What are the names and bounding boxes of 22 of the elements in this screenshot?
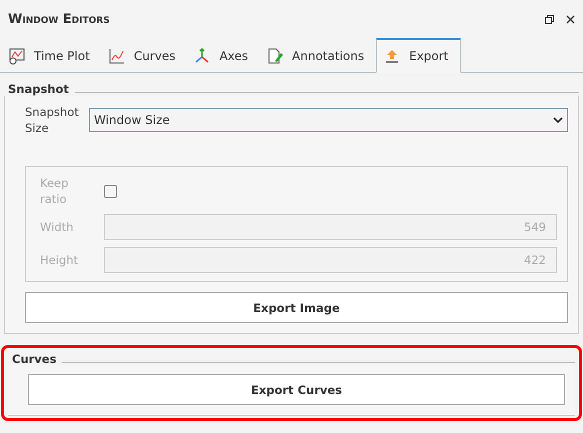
- export-button[interactable]: Export Curves: [28, 374, 565, 405]
- tab[interactable]: Annotations: [260, 38, 376, 73]
- restore-icon[interactable]: [545, 14, 554, 24]
- plot-icon: [8, 46, 26, 64]
- close-icon[interactable]: [566, 14, 575, 24]
- axes-icon: [193, 46, 212, 64]
- field-label: Width: [40, 219, 74, 235]
- window-title: Window Editors: [8, 12, 110, 26]
- document-pen-icon: [266, 46, 284, 64]
- checkbox-label: Keep ratio: [40, 175, 70, 207]
- tab[interactable]: Curves: [102, 38, 188, 73]
- group-title: Snapshot: [7, 82, 69, 96]
- tab[interactable]: Export: [376, 38, 462, 73]
- size-dropdown[interactable]: Window Size: [89, 108, 568, 132]
- tab[interactable]: Time Plot: [2, 38, 102, 73]
- chevron-down-icon: [553, 116, 563, 124]
- export-button[interactable]: Export Image: [25, 292, 568, 323]
- group-title: Curves: [11, 352, 56, 366]
- field-label: Snapshot Size: [25, 104, 79, 136]
- line-chart-icon: [108, 46, 126, 64]
- tab[interactable]: Axes: [187, 38, 260, 73]
- field-label: Height: [40, 252, 80, 268]
